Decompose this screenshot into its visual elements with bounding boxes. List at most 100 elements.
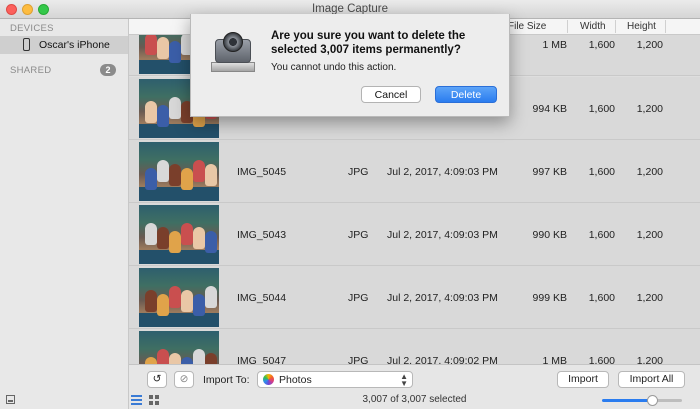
photo-figure [157,349,169,364]
photo-figure [169,231,181,253]
file-kind: JPG [348,292,369,304]
photo-figure [169,97,181,119]
photo-figure [145,35,157,55]
photo-thumbnail [139,331,219,364]
photo-figure [169,164,181,186]
table-row[interactable]: IMG_5047 JPG Jul 2, 2017, 4:09:02 PM 1 M… [129,329,700,364]
photo-thumbnail [139,268,219,327]
import-all-button[interactable]: Import All [618,371,685,388]
image-width: 1,600 [588,229,615,241]
file-size: 1 MB [542,39,567,51]
column-separator [665,20,666,33]
prohibited-icon: ⊘ [179,373,189,385]
photo-figure [157,37,169,59]
file-date: Jul 2, 2017, 4:09:03 PM [387,292,498,304]
delete-button[interactable]: ⊘ [174,371,194,388]
rotate-icon: ↺ [152,373,162,385]
shared-count-badge: 2 [100,64,116,76]
photo-figure [145,290,157,312]
photo-figure [193,294,205,316]
file-name: IMG_5044 [237,292,287,304]
status-bar: 3,007 of 3,007 selected [129,391,700,409]
photo-figure [205,164,217,186]
file-name: IMG_5043 [237,229,287,241]
photo-figure [157,294,169,316]
table-row[interactable]: IMG_5044 JPG Jul 2, 2017, 4:09:03 PM 999… [129,266,700,329]
import-toolbar: ↺ ⊘ Import To: Photos ▲ ▼ Import Import A… [129,364,700,391]
photo-figure [145,168,157,190]
photo-figure [157,105,169,127]
image-width: 1,600 [588,39,615,51]
photo-figure [205,286,217,308]
cancel-button[interactable]: Cancel [361,86,421,103]
file-name: IMG_5045 [237,166,287,178]
photo-thumbnail [139,205,219,264]
photo-figure [145,101,157,123]
sidebar-eject-icon[interactable] [6,395,15,404]
file-size: 1 MB [542,355,567,364]
chevron-updown-icon: ▲ ▼ [400,372,408,388]
column-separator [567,20,568,33]
device-name-label: Oscar's iPhone [39,39,110,51]
photo-figure [157,160,169,182]
image-height: 1,200 [636,39,663,51]
photo-figure [169,286,181,308]
image-height: 1,200 [636,229,663,241]
dialog-message: You cannot undo this action. [271,62,397,73]
image-width: 1,600 [588,103,615,115]
photo-figure [205,353,217,364]
photo-figure [157,227,169,249]
photo-figure [169,41,181,63]
image-width: 1,600 [588,166,615,178]
file-size: 994 KB [532,103,567,115]
dialog-title: Are you sure you want to delete the sele… [271,30,466,56]
column-width[interactable]: Width [580,21,606,32]
iphone-icon [23,38,30,51]
file-date: Jul 2, 2017, 4:09:03 PM [387,166,498,178]
sidebar: DEVICES Oscar's iPhone SHARED 2 [0,19,129,409]
photos-app-icon [263,374,274,385]
photo-figure [181,290,193,312]
image-capture-app-icon [211,29,255,73]
photo-figure [181,168,193,190]
photo-figure [181,357,193,364]
import-destination-select[interactable]: Photos ▲ ▼ [257,371,413,388]
photo-figure [193,349,205,364]
import-button[interactable]: Import [557,371,609,388]
photo-figure [205,231,217,253]
image-height: 1,200 [636,355,663,364]
slider-handle[interactable] [646,395,658,406]
table-row[interactable]: IMG_5045 JPG Jul 2, 2017, 4:09:03 PM 997… [129,140,700,203]
photo-thumbnail [139,142,219,201]
sidebar-item-device[interactable]: Oscar's iPhone [0,36,128,54]
devices-header: DEVICES [10,23,54,34]
rotate-left-button[interactable]: ↺ [147,371,167,388]
confirm-delete-button[interactable]: Delete [435,86,497,103]
shared-header[interactable]: SHARED [10,65,51,76]
file-date: Jul 2, 2017, 4:09:03 PM [387,229,498,241]
photo-figure [169,353,181,364]
image-height: 1,200 [636,166,663,178]
file-kind: JPG [348,166,369,178]
file-kind: JPG [348,355,369,364]
image-height: 1,200 [636,103,663,115]
import-destination-value: Photos [279,374,312,386]
file-size: 997 KB [532,166,567,178]
column-height[interactable]: Height [627,21,656,32]
import-to-label: Import To: [203,374,250,386]
table-row[interactable]: IMG_5043 JPG Jul 2, 2017, 4:09:03 PM 990… [129,203,700,266]
column-file-size[interactable]: File Size [508,21,546,32]
photo-figure [193,227,205,249]
photo-figure [145,223,157,245]
image-width: 1,600 [588,355,615,364]
photo-figure [193,160,205,182]
image-height: 1,200 [636,292,663,304]
file-size: 999 KB [532,292,567,304]
file-size: 990 KB [532,229,567,241]
photo-figure [145,357,157,364]
thumbnail-size-slider[interactable] [602,399,682,402]
column-separator [615,20,616,33]
file-date: Jul 2, 2017, 4:09:02 PM [387,355,498,364]
file-name: IMG_5047 [237,355,287,364]
image-width: 1,600 [588,292,615,304]
